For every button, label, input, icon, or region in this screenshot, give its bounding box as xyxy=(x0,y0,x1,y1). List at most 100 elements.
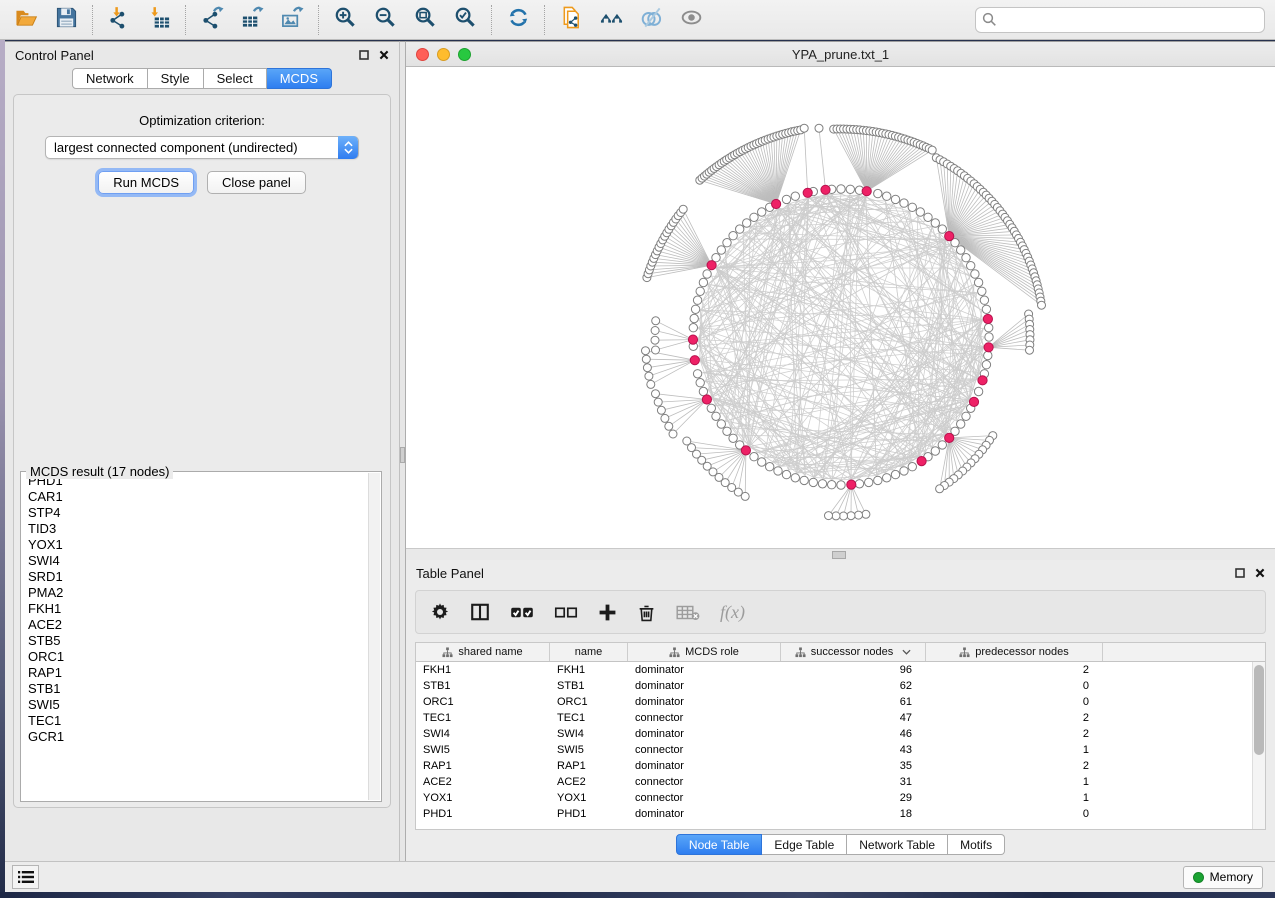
mcds-result-item[interactable]: STB1 xyxy=(22,681,368,697)
table-row[interactable]: FKH1FKH1dominator962 xyxy=(416,662,1265,678)
column-header-shared-name[interactable]: shared name xyxy=(416,643,550,661)
import-network-button[interactable] xyxy=(99,4,139,36)
table-cell: 1 xyxy=(926,792,1103,804)
close-panel-icon[interactable] xyxy=(1255,568,1265,578)
mcds-result-item[interactable]: SWI5 xyxy=(22,697,368,713)
new-network-from-selection-button[interactable] xyxy=(551,4,591,36)
table-row[interactable]: STB1STB1dominator620 xyxy=(416,678,1265,694)
network-overview-button[interactable] xyxy=(591,4,631,36)
table-cell: 43 xyxy=(781,744,926,756)
tab-node-table[interactable]: Node Table xyxy=(676,834,763,855)
save-session-button[interactable] xyxy=(46,4,86,36)
float-panel-icon[interactable] xyxy=(1235,568,1245,578)
attribute-icon xyxy=(795,647,806,658)
mcds-result-item[interactable]: PMA2 xyxy=(22,585,368,601)
mcds-result-item[interactable]: GCR1 xyxy=(22,729,368,745)
tab-motifs[interactable]: Motifs xyxy=(948,834,1005,855)
mcds-result-item[interactable]: TID3 xyxy=(22,521,368,537)
float-panel-icon[interactable] xyxy=(359,50,369,60)
table-options-button[interactable] xyxy=(430,597,450,627)
table-cell: 31 xyxy=(781,776,926,788)
mcds-result-list[interactable]: PHD1CAR1STP4TID3YOX1SWI4SRD1PMA2FKH1ACE2… xyxy=(22,473,368,800)
mcds-result-item[interactable]: ACE2 xyxy=(22,617,368,633)
mcds-result-item[interactable]: TEC1 xyxy=(22,713,368,729)
mcds-result-item[interactable]: SRD1 xyxy=(22,569,368,585)
import-network-icon xyxy=(108,6,131,34)
mcds-result-item[interactable]: RAP1 xyxy=(22,665,368,681)
sort-chevron-icon[interactable] xyxy=(902,649,911,655)
zoom-in-button[interactable] xyxy=(325,4,365,36)
run-mcds-button[interactable]: Run MCDS xyxy=(98,171,194,194)
mcds-result-item[interactable]: STP4 xyxy=(22,505,368,521)
horizontal-splitter[interactable] xyxy=(406,548,1275,560)
table-header-row: shared namenameMCDS rolesuccessor nodesp… xyxy=(416,643,1265,662)
select-all-button[interactable] xyxy=(510,597,534,627)
show-graphics-details-button[interactable] xyxy=(671,4,711,36)
scrollbar-thumb[interactable] xyxy=(1254,665,1264,755)
network-canvas[interactable] xyxy=(406,67,1274,548)
splitter-handle[interactable] xyxy=(832,551,846,559)
table-row[interactable]: YOX1YOX1connector291 xyxy=(416,790,1265,806)
table-row[interactable]: SWI4SWI4dominator462 xyxy=(416,726,1265,742)
mcds-result-item[interactable]: FKH1 xyxy=(22,601,368,617)
table-cell: RAP1 xyxy=(416,760,550,772)
apply-layout-button[interactable] xyxy=(498,4,538,36)
delete-column-button[interactable] xyxy=(637,597,656,627)
attribute-icon xyxy=(669,647,680,658)
folder-open-icon xyxy=(15,6,38,34)
function-icon: f(x) xyxy=(720,602,745,623)
table-cell: dominator xyxy=(628,760,781,772)
deselect-all-button[interactable] xyxy=(554,597,578,627)
venn-merge-button[interactable] xyxy=(631,4,671,36)
table-row[interactable]: SWI5SWI5connector431 xyxy=(416,742,1265,758)
open-session-button[interactable] xyxy=(6,4,46,36)
export-table-button[interactable] xyxy=(232,4,272,36)
column-header-MCDS-role[interactable]: MCDS role xyxy=(628,643,781,661)
search-input[interactable] xyxy=(975,7,1265,33)
create-column-button[interactable] xyxy=(598,597,617,627)
table-cell: TEC1 xyxy=(416,712,550,724)
mcds-result-item[interactable]: CAR1 xyxy=(22,489,368,505)
tab-network-table[interactable]: Network Table xyxy=(847,834,948,855)
network-edges xyxy=(698,194,984,480)
export-image-button[interactable] xyxy=(272,4,312,36)
table-row[interactable]: PHD1PHD1dominator180 xyxy=(416,806,1265,822)
export-network-button[interactable] xyxy=(192,4,232,36)
column-header-predecessor-nodes[interactable]: predecessor nodes xyxy=(926,643,1103,661)
close-panel-button[interactable]: Close panel xyxy=(207,171,306,194)
zoom-out-button[interactable] xyxy=(365,4,405,36)
network-graph[interactable] xyxy=(406,67,1274,548)
table-row[interactable]: TEC1TEC1connector472 xyxy=(416,710,1265,726)
zoom-fit-button[interactable] xyxy=(405,4,445,36)
criterion-select[interactable]: largest connected component (undirected) xyxy=(45,136,359,159)
tab-mcds[interactable]: MCDS xyxy=(267,68,332,89)
tab-network[interactable]: Network xyxy=(72,68,148,89)
tab-select[interactable]: Select xyxy=(204,68,267,89)
table-cell: YOX1 xyxy=(416,792,550,804)
mcds-result-item[interactable]: YOX1 xyxy=(22,537,368,553)
mcds-result-item[interactable]: ORC1 xyxy=(22,649,368,665)
show-columns-button[interactable] xyxy=(470,597,490,627)
tab-style[interactable]: Style xyxy=(148,68,204,89)
binoculars-icon xyxy=(600,6,623,34)
column-header-name[interactable]: name xyxy=(550,643,628,661)
table-row[interactable]: RAP1RAP1dominator352 xyxy=(416,758,1265,774)
column-header-successor-nodes[interactable]: successor nodes xyxy=(781,643,926,661)
mcds-list-scrollbar[interactable] xyxy=(368,473,380,800)
table-cell: YOX1 xyxy=(550,792,628,804)
table-row[interactable]: ACE2ACE2connector311 xyxy=(416,774,1265,790)
tab-edge-table[interactable]: Edge Table xyxy=(762,834,847,855)
close-panel-icon[interactable] xyxy=(379,50,389,60)
mcds-result-item[interactable]: STB5 xyxy=(22,633,368,649)
control-panel-tabs: NetworkStyleSelectMCDS xyxy=(5,68,399,89)
table-row[interactable]: ORC1ORC1dominator610 xyxy=(416,694,1265,710)
node-table: shared namenameMCDS rolesuccessor nodesp… xyxy=(415,642,1266,830)
memory-button[interactable]: Memory xyxy=(1183,866,1263,889)
task-history-button[interactable] xyxy=(12,865,39,889)
zoom-selected-button[interactable] xyxy=(445,4,485,36)
check-pair-icon xyxy=(510,604,534,621)
toolbar-group xyxy=(192,4,312,36)
import-table-button[interactable] xyxy=(139,4,179,36)
table-scrollbar[interactable] xyxy=(1252,662,1265,829)
mcds-result-item[interactable]: SWI4 xyxy=(22,553,368,569)
